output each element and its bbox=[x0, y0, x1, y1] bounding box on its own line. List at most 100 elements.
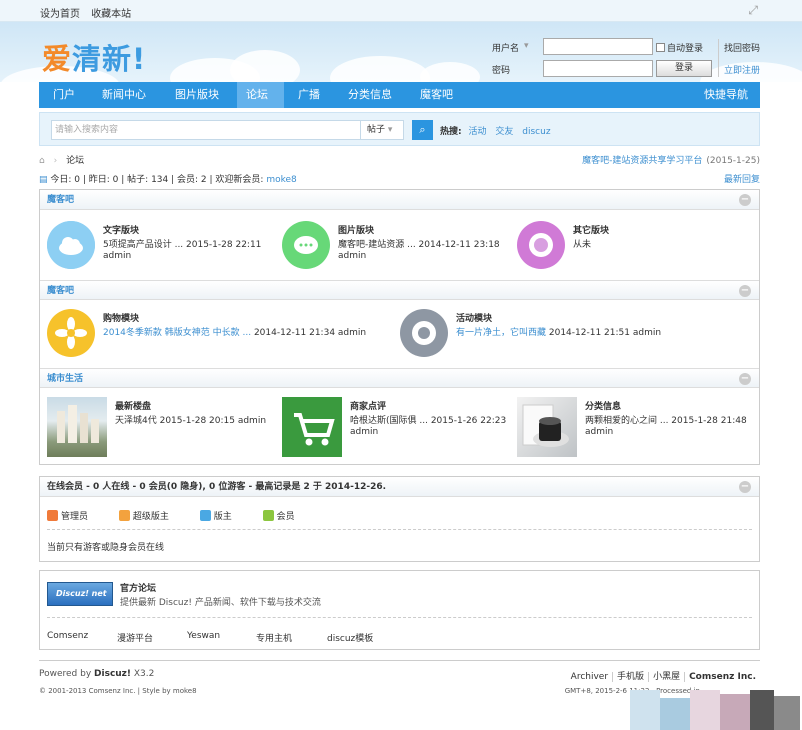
breadcrumb: ⌂ › 论坛 魔客吧-建站资源共享学习平台 (2015-1-25) bbox=[39, 153, 760, 167]
friend-link[interactable]: 专用主机 bbox=[256, 631, 292, 644]
section-header[interactable]: 魔客吧 − bbox=[40, 190, 759, 210]
bookmark-link[interactable]: 收藏本站 bbox=[91, 9, 131, 20]
register-link[interactable]: 立即注册 bbox=[724, 63, 760, 76]
search-button[interactable]: ⌕ bbox=[412, 120, 433, 140]
member-icon bbox=[262, 510, 274, 521]
gear-icon bbox=[400, 309, 448, 357]
stat-yesterday: 昨日: 0 bbox=[88, 175, 119, 185]
stats-chart-icon: ▤ bbox=[39, 175, 48, 185]
forum-name[interactable]: 文字版块 bbox=[103, 223, 139, 236]
forgot-password-link[interactable]: 找回密码 bbox=[724, 41, 760, 54]
nav-item-classifieds[interactable]: 分类信息 bbox=[339, 82, 401, 108]
shopping-cart-icon bbox=[282, 397, 342, 457]
hot-search-link[interactable]: 交友 bbox=[495, 127, 513, 137]
newest-member-link[interactable]: moke8 bbox=[266, 175, 296, 185]
forum-last-author[interactable]: admin bbox=[350, 427, 378, 437]
forum-last-author[interactable]: admin bbox=[585, 427, 613, 437]
copyright: © 2001-2013 Comsenz Inc. | Style by moke… bbox=[39, 687, 197, 695]
password-label: 密码 bbox=[492, 66, 511, 76]
username-input[interactable] bbox=[543, 38, 653, 55]
quick-nav-button[interactable]: 快捷导航 bbox=[704, 82, 748, 108]
auto-login-checkbox[interactable]: 自动登录 bbox=[656, 41, 703, 54]
forum-item[interactable]: 商家点评 哈根达斯(国际俱 ... 2015-1-26 22:23 admin bbox=[282, 397, 512, 459]
forum-item[interactable]: 分类信息 两颗相爱的心之间 ... 2015-1-28 21:48 admin bbox=[517, 397, 757, 459]
stat-members: 会员: 2 bbox=[177, 175, 207, 185]
section-header[interactable]: 魔客吧 − bbox=[40, 280, 759, 300]
forum-name[interactable]: 分类信息 bbox=[585, 399, 621, 412]
mobile-link[interactable]: 手机版 bbox=[612, 672, 649, 682]
nav-item-pictures[interactable]: 图片版块 bbox=[166, 82, 228, 108]
stat-posts: 帖子: 134 bbox=[127, 175, 169, 185]
forum-last-author[interactable]: admin bbox=[338, 251, 366, 261]
forum-name[interactable]: 其它版块 bbox=[573, 223, 609, 236]
nav-item-broadcast[interactable]: 广播 bbox=[289, 82, 329, 108]
footer-links: Archiver 手机版 小黑屋 Comsenz Inc. bbox=[567, 669, 760, 682]
forum-item[interactable]: 图片版块 魔客吧-建站资源 ... 2014-12-11 23:18 admin bbox=[282, 221, 512, 271]
discuz-logo[interactable]: Discuz! net bbox=[47, 582, 113, 606]
building-image bbox=[47, 397, 107, 457]
stat-today: 今日: 0 bbox=[50, 175, 81, 185]
discuz-link[interactable]: Discuz! bbox=[94, 669, 131, 679]
hot-search-link[interactable]: discuz bbox=[522, 127, 550, 137]
pixelated-region bbox=[630, 690, 800, 730]
forum-name[interactable]: 商家点评 bbox=[350, 399, 386, 412]
forum-last-post[interactable]: 魔客吧-建站资源 ... 2014-12-11 23:18 bbox=[338, 237, 500, 250]
friend-link[interactable]: discuz模板 bbox=[327, 631, 373, 644]
archiver-link[interactable]: Archiver bbox=[567, 672, 612, 682]
forum-last-post[interactable]: 天泽城4代 2015-1-28 20:15 admin bbox=[115, 413, 266, 426]
role-mod: 版主 bbox=[199, 510, 246, 522]
nav-item-moke8[interactable]: 魔客吧 bbox=[411, 82, 462, 108]
login-form: 用户名 ▾ 自动登录 密码 登录 找回密码 立即注册 bbox=[492, 37, 762, 81]
username-dropdown-icon[interactable]: ▾ bbox=[524, 41, 529, 51]
forum-last-author[interactable]: admin bbox=[103, 251, 131, 261]
forum-last-post[interactable]: 5项提高产品设计 ... 2015-1-28 22:11 bbox=[103, 237, 261, 250]
collapse-icon[interactable]: − bbox=[739, 285, 751, 297]
forum-name[interactable]: 最新楼盘 bbox=[115, 399, 151, 412]
forum-last-post[interactable]: 哈根达斯(国际俱 ... 2015-1-26 22:23 bbox=[350, 413, 506, 426]
nav-item-forum[interactable]: 论坛 bbox=[237, 82, 284, 108]
friend-link[interactable]: Comsenz bbox=[47, 631, 88, 641]
forum-last-post[interactable]: 两颗相爱的心之间 ... 2015-1-28 21:48 bbox=[585, 413, 747, 426]
online-members-panel: 在线会员 - 0 人在线 - 0 会员(0 隐身), 0 位游客 - 最高记录是… bbox=[39, 476, 760, 562]
breadcrumb-current: 论坛 bbox=[66, 156, 85, 166]
forum-last-post[interactable]: 2014冬季新款 韩版女神范 中长款 ... bbox=[103, 328, 251, 338]
nav-item-news[interactable]: 新闻中心 bbox=[93, 82, 155, 108]
forum-name[interactable]: 图片版块 bbox=[338, 223, 374, 236]
search-type-select[interactable]: 帖子 ▾ bbox=[360, 120, 404, 140]
collapse-icon[interactable]: − bbox=[739, 194, 751, 206]
welcome-text: 欢迎新会员: bbox=[215, 175, 267, 185]
forum-name[interactable]: 活动模块 bbox=[456, 311, 492, 324]
forum-item[interactable]: 最新楼盘 天泽城4代 2015-1-28 20:15 admin bbox=[47, 397, 277, 459]
nav-item-portal[interactable]: 门户 bbox=[44, 82, 84, 108]
hot-searches: 热搜: 活动 交友 discuz bbox=[440, 127, 551, 137]
set-home-link[interactable]: 设为首页 bbox=[40, 9, 80, 20]
collapse-icon[interactable]: − bbox=[739, 481, 751, 493]
comsenz-link[interactable]: Comsenz Inc. bbox=[684, 672, 760, 682]
friend-link[interactable]: 漫游平台 bbox=[117, 631, 153, 644]
forum-item[interactable]: 其它版块 从未 bbox=[517, 221, 747, 271]
collapse-icon[interactable]: − bbox=[739, 373, 751, 385]
friend-link[interactable]: Yeswan bbox=[187, 631, 220, 641]
hot-search-link[interactable]: 活动 bbox=[468, 127, 486, 137]
site-logo[interactable]: 爱清新! bbox=[42, 36, 146, 78]
search-bar: 请输入搜索内容 帖子 ▾ ⌕ 热搜: 活动 交友 discuz bbox=[39, 112, 760, 146]
login-button[interactable]: 登录 bbox=[656, 60, 712, 77]
blacklist-link[interactable]: 小黑屋 bbox=[648, 672, 685, 682]
section-header[interactable]: 城市生活 − bbox=[40, 368, 759, 388]
forum-item[interactable]: 活动模块 有一片净土，它叫西藏 2014-12-11 21:51 admin bbox=[400, 309, 740, 359]
flower-icon bbox=[47, 309, 95, 357]
announcement-link[interactable]: 魔客吧-建站资源共享学习平台 bbox=[582, 156, 702, 166]
forum-item[interactable]: 购物模块 2014冬季新款 韩版女神范 中长款 ... 2014-12-11 2… bbox=[47, 309, 387, 359]
forum-last-meta: 2014-12-11 21:34 admin bbox=[251, 328, 367, 338]
online-header[interactable]: 在线会员 - 0 人在线 - 0 会员(0 隐身), 0 位游客 - 最高记录是… bbox=[40, 477, 759, 497]
forum-name[interactable]: 购物模块 bbox=[103, 311, 139, 324]
forum-item[interactable]: 文字版块 5项提高产品设计 ... 2015-1-28 22:11 admin bbox=[47, 221, 277, 271]
fullscreen-icon[interactable]: ⤢ bbox=[748, 3, 758, 18]
search-input[interactable]: 请输入搜索内容 bbox=[51, 120, 401, 140]
friend-links-panel: Discuz! net 官方论坛 提供最新 Discuz! 产品新闻、软件下载与… bbox=[39, 570, 760, 650]
latest-replies-link[interactable]: 最新回复 bbox=[724, 172, 760, 185]
forum-last-post[interactable]: 有一片净土，它叫西藏 bbox=[456, 328, 546, 338]
password-input[interactable] bbox=[543, 60, 653, 77]
home-icon[interactable]: ⌂ bbox=[39, 156, 45, 166]
official-forum-link[interactable]: 官方论坛 bbox=[120, 581, 156, 594]
